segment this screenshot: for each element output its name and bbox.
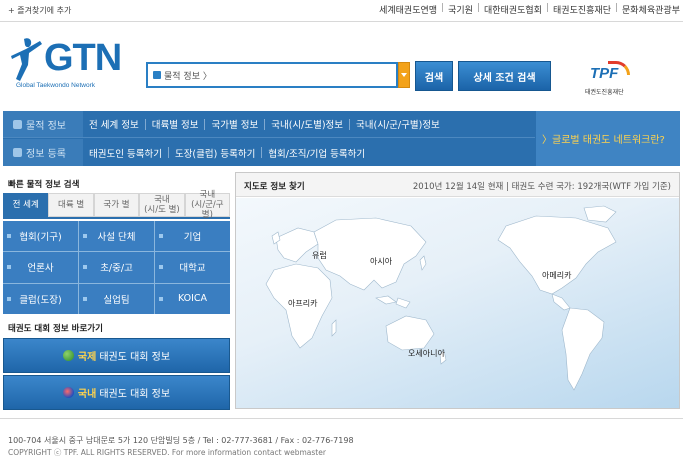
tab-continent[interactable]: 대륙 별 [48, 193, 94, 217]
category-icon [153, 71, 161, 79]
nav-district[interactable]: 국내(시/군/구별)정보 [350, 117, 446, 131]
kicker-figure-icon [11, 38, 42, 81]
category-university[interactable]: 대학교 [155, 252, 230, 283]
nav-continent[interactable]: 대륙별 정보 [146, 117, 205, 131]
nav-world[interactable]: 전 세계 정보 [83, 117, 145, 131]
category-private-group[interactable]: 사설 단체 [79, 221, 154, 252]
world-map[interactable]: 유럽 아시아 아메리카 아프리카 오세아니아 [236, 198, 679, 408]
search-button[interactable]: 검색 [415, 61, 453, 91]
link-kta[interactable]: 대한태권도협회 [484, 3, 542, 16]
detail-search-button[interactable]: 상세 조건 검색 [458, 61, 551, 91]
globe-icon [62, 350, 74, 361]
category-koica[interactable]: KOICA [155, 283, 230, 314]
region-asia-shape [313, 217, 427, 291]
category-club[interactable]: 클럽(도장) [3, 283, 78, 314]
category-association[interactable]: 협회(기구) [3, 221, 78, 252]
nav-head-register: 정보 등록 [3, 139, 83, 166]
link-kukkiwon[interactable]: 국기원 [448, 3, 473, 16]
tpf-logo[interactable]: TPF 태권도진흥재단 [582, 61, 636, 97]
about-network-link[interactable]: 〉글로벌 태권도 네트워크란? [536, 111, 680, 166]
tab-district[interactable]: 국내 (시/군/구 별) [184, 190, 231, 220]
top-bar: + 즐겨찾기에 추가 세계태권도연맹 | 국기원 | 대한태권도협회 | 태권도진흥재… [0, 0, 683, 22]
domestic-tournament-button[interactable]: 국내 태권도 대회 정보 [3, 375, 230, 410]
quick-search-tabs: 전 세계 대륙 별 국가 별 국내 (시/도 별) 국내 (시/군/구 별) [3, 190, 231, 220]
link-wtf[interactable]: 세계태권도연맹 [379, 3, 437, 16]
logo-subtitle: Global Taekwondo Network [16, 82, 96, 89]
map-title: 지도로 정보 찾기 [244, 182, 305, 192]
region-north-america-shape [497, 215, 617, 295]
gtn-logo[interactable]: GTN Global Taekwondo Network [10, 33, 122, 93]
info-icon [13, 119, 22, 129]
tournament-title: 태권도 대회 정보 바로가기 [8, 324, 103, 334]
footer: 100-704 서울시 중구 남대문로 5가 120 단암빌딩 5층 / Tel… [0, 418, 683, 458]
category-pro-team[interactable]: 실업팀 [79, 283, 154, 314]
region-label-europe[interactable]: 유럽 [312, 250, 327, 261]
pencil-icon [13, 148, 22, 157]
category-company[interactable]: 기업 [155, 221, 230, 252]
tab-world[interactable]: 전 세계 [3, 193, 49, 217]
tab-province[interactable]: 국내 (시/도 별) [139, 193, 185, 217]
category-grid: 협회(기구) 사설 단체 기업 언론사 초/중/고 대학교 클럽(도장) 실업팀… [3, 221, 230, 314]
search-dropdown-button[interactable] [398, 62, 410, 88]
region-label-africa[interactable]: 아프리카 [288, 298, 317, 309]
link-tpf[interactable]: 태권도진흥재단 [553, 3, 611, 16]
link-ministry[interactable]: 문화체육관광부 [622, 3, 680, 16]
region-oceania-shape [385, 315, 435, 351]
tpf-logo-text: TPF [590, 65, 619, 82]
map-date-info: 2010년 12월 14일 현재 | 태권도 수련 국가: 192개국(WTF … [412, 182, 671, 192]
search-placeholder: 물적 정보 〉 [164, 72, 212, 82]
region-label-america[interactable]: 아메리카 [542, 270, 571, 281]
main-nav: 물적 정보 전 세계 정보 대륙별 정보 국가별 정보 국내(시/도별)정보 국… [3, 111, 680, 166]
nav-row-info: 물적 정보 전 세계 정보 대륙별 정보 국가별 정보 국내(시/도별)정보 국… [3, 111, 535, 138]
map-header: 지도로 정보 찾기 2010년 12월 14일 현재 | 태권도 수련 국가: … [236, 173, 679, 197]
nav-head-info: 물적 정보 [3, 111, 83, 137]
nav-register-person[interactable]: 태권도인 등록하기 [83, 146, 168, 160]
partner-links: 세계태권도연맹 | 국기원 | 대한태권도협회 | 태권도진흥재단 | 문화체육관광부 [379, 3, 680, 16]
footer-address: 100-704 서울시 중구 남대문로 5가 120 단암빌딩 5층 / Tel… [8, 436, 354, 445]
nav-register-dojang[interactable]: 도장(클럽) 등록하기 [169, 146, 261, 160]
nav-register-org[interactable]: 협회/조직/기업 등록하기 [262, 146, 371, 160]
nav-row-register: 정보 등록 태권도인 등록하기 도장(클럽) 등록하기 협회/조직/기업 등록하… [3, 139, 535, 166]
logo-text: GTN [44, 37, 122, 79]
region-label-oceania[interactable]: 오세아니아 [408, 348, 445, 359]
search-input[interactable]: 물적 정보 〉 [146, 62, 398, 88]
region-south-america-shape [561, 307, 605, 391]
footer-copyright: COPYRIGHT ⓒ TPF. ALL RIGHTS RESERVED. Fo… [8, 448, 326, 457]
region-label-asia[interactable]: 아시아 [370, 256, 392, 267]
category-school[interactable]: 초/중/고 [79, 252, 154, 283]
quick-search-title: 빠른 물적 정보 검색 [8, 180, 80, 190]
nav-province[interactable]: 국내(시/도별)정보 [265, 117, 349, 131]
intl-tournament-button[interactable]: 국제 태권도 대회 정보 [3, 338, 230, 373]
category-press[interactable]: 언론사 [3, 252, 78, 283]
korea-flag-icon [62, 387, 74, 398]
map-panel: 지도로 정보 찾기 2010년 12월 14일 현재 | 태권도 수련 국가: … [235, 172, 680, 409]
bookmark-link[interactable]: + 즐겨찾기에 추가 [8, 5, 71, 16]
nav-country[interactable]: 국가별 정보 [205, 117, 264, 131]
tpf-logo-subtitle: 태권도진흥재단 [585, 89, 624, 96]
tab-country[interactable]: 국가 별 [93, 193, 140, 217]
